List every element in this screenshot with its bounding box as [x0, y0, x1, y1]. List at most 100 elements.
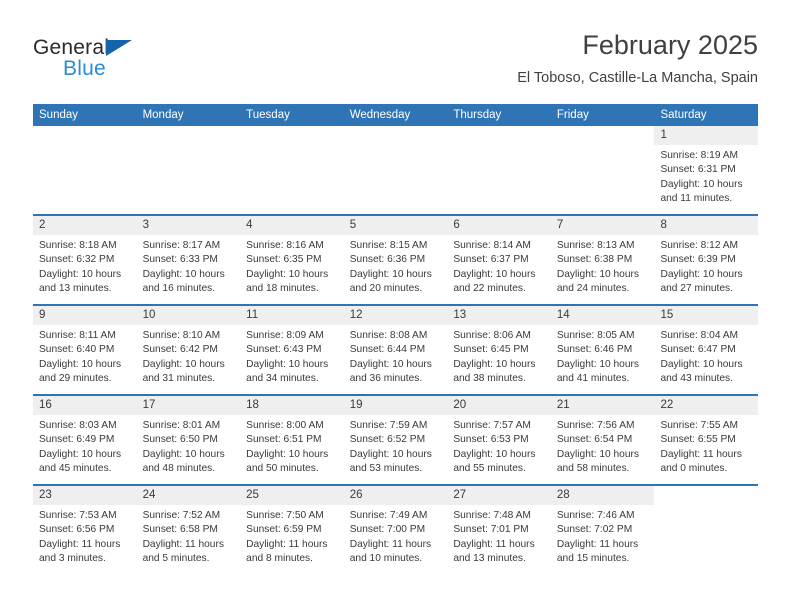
calendar-weeks: 1 Sunrise: 8:19 AM Sunset: 6:31 PM Daylight…: [33, 126, 759, 574]
sunrise-text: Sunrise: 8:14 AM: [453, 240, 531, 251]
day-number: 26: [349, 489, 363, 501]
daylight-text: Daylight: 10 hours and 13 minutes.: [39, 268, 122, 295]
sunset-text: Sunset: 6:38 PM: [556, 254, 633, 266]
day-number-band: 9: [33, 306, 137, 325]
day-number: 1: [660, 129, 667, 141]
calendar-day-cell[interactable]: 15 Sunrise: 8:04 AM Sunset: 6:47 PM Dayligh…: [654, 306, 759, 394]
day-sun-info: Sunrise: 8:18 AM Sunset: 6:32 PM Daylight:…: [33, 235, 137, 297]
daylight-text: Daylight: 10 hours and 24 minutes.: [556, 268, 640, 295]
general-blue-logo[interactable]: General Blue: [33, 36, 213, 92]
sunrise-text: Sunrise: 8:18 AM: [39, 240, 117, 251]
day-number: 28: [556, 489, 570, 501]
calendar-day-cell[interactable]: 17 Sunrise: 8:01 AM Sunset: 6:50 PM Dayligh…: [136, 396, 241, 484]
day-number-band: 8: [654, 216, 759, 235]
calendar-day-cell[interactable]: 12 Sunrise: 8:08 AM Sunset: 6:44 PM Dayligh…: [343, 306, 448, 394]
calendar-day-cell[interactable]: 6 Sunrise: 8:14 AM Sunset: 6:37 PM Daylight…: [447, 216, 551, 304]
calendar-day-cell[interactable]: 18 Sunrise: 8:00 AM Sunset: 6:51 PM Dayligh…: [240, 396, 344, 484]
calendar-week-row: 1 Sunrise: 8:19 AM Sunset: 6:31 PM Daylight…: [33, 126, 759, 214]
day-number-band: 6: [447, 216, 551, 235]
day-number-band: 27: [447, 486, 551, 505]
calendar-day-cell[interactable]: 8 Sunrise: 8:12 AM Sunset: 6:39 PM Daylight…: [654, 216, 759, 304]
sunset-text: Sunset: 6:32 PM: [39, 254, 115, 266]
sunrise-text: Sunrise: 7:50 AM: [246, 510, 324, 521]
sunrise-text: Sunrise: 8:12 AM: [660, 240, 739, 251]
daylight-text: Daylight: 10 hours and 55 minutes.: [453, 448, 536, 475]
weekday-header-saturday: Saturday: [660, 109, 707, 121]
sunrise-text: Sunrise: 8:19 AM: [660, 150, 739, 161]
sunset-text: Sunset: 7:00 PM: [349, 524, 426, 536]
sunset-text: Sunset: 6:39 PM: [660, 254, 736, 266]
day-number-band: 17: [136, 396, 241, 415]
calendar-day-cell[interactable]: 23 Sunrise: 7:53 AM Sunset: 6:56 PM Dayligh…: [33, 486, 137, 574]
calendar-day-cell[interactable]: 1 Sunrise: 8:19 AM Sunset: 6:31 PM Daylight…: [654, 126, 759, 214]
day-number: 10: [142, 309, 156, 321]
calendar-day-cell[interactable]: 11 Sunrise: 8:09 AM Sunset: 6:43 PM Dayligh…: [240, 306, 344, 394]
weekday-header-wednesday: Wednesday: [349, 109, 411, 121]
day-sun-info: Sunrise: 8:10 AM Sunset: 6:42 PM Daylight:…: [137, 325, 241, 387]
day-number-band: 2: [33, 216, 137, 235]
day-number: 23: [39, 489, 52, 501]
daylight-text: Daylight: 10 hours and 38 minutes.: [453, 358, 536, 385]
sunrise-text: Sunrise: 8:06 AM: [453, 330, 531, 341]
sunset-text: Sunset: 6:36 PM: [349, 254, 426, 266]
day-number: 22: [660, 399, 674, 411]
calendar-day-cell[interactable]: 7 Sunrise: 8:13 AM Sunset: 6:38 PM Daylight…: [550, 216, 655, 304]
calendar-week-row: 9 Sunrise: 8:11 AM Sunset: 6:40 PM Daylight…: [33, 304, 759, 394]
sunrise-text: Sunrise: 7:55 AM: [660, 420, 739, 431]
calendar-day-cell[interactable]: 25 Sunrise: 7:50 AM Sunset: 6:59 PM Dayligh…: [240, 486, 344, 574]
sunset-text: Sunset: 6:51 PM: [246, 434, 322, 446]
calendar-day-cell[interactable]: 14 Sunrise: 8:05 AM Sunset: 6:46 PM Dayligh…: [550, 306, 655, 394]
day-sun-info: Sunrise: 7:49 AM Sunset: 7:00 PM Daylight:…: [344, 505, 448, 567]
calendar-day-cell[interactable]: 4 Sunrise: 8:16 AM Sunset: 6:35 PM Daylight…: [240, 216, 344, 304]
calendar-day-empty: [654, 486, 759, 574]
day-sun-info: Sunrise: 8:16 AM Sunset: 6:35 PM Daylight:…: [240, 235, 344, 297]
day-number-band: [33, 126, 137, 145]
sunrise-text: Sunrise: 7:57 AM: [453, 420, 531, 431]
daylight-text: Daylight: 10 hours and 36 minutes.: [349, 358, 432, 385]
calendar-week-row: 16 Sunrise: 8:03 AM Sunset: 6:49 PM Dayligh…: [33, 394, 759, 484]
day-sun-info: Sunrise: 8:13 AM Sunset: 6:38 PM Daylight:…: [551, 235, 655, 297]
calendar-day-cell[interactable]: 20 Sunrise: 7:57 AM Sunset: 6:53 PM Dayligh…: [447, 396, 551, 484]
calendar-day-cell[interactable]: 9 Sunrise: 8:11 AM Sunset: 6:40 PM Daylight…: [33, 306, 137, 394]
sunset-text: Sunset: 6:33 PM: [142, 254, 218, 266]
daylight-text: Daylight: 10 hours and 41 minutes.: [556, 358, 640, 385]
day-number: 3: [142, 219, 149, 231]
daylight-text: Daylight: 11 hours and 0 minutes.: [660, 448, 742, 475]
calendar-day-cell[interactable]: 16 Sunrise: 8:03 AM Sunset: 6:49 PM Dayligh…: [33, 396, 137, 484]
calendar-day-cell[interactable]: 5 Sunrise: 8:15 AM Sunset: 6:36 PM Daylight…: [343, 216, 448, 304]
daylight-text: Daylight: 11 hours and 13 minutes.: [453, 538, 535, 565]
calendar-day-cell[interactable]: 10 Sunrise: 8:10 AM Sunset: 6:42 PM Dayligh…: [136, 306, 241, 394]
calendar-day-cell[interactable]: 22 Sunrise: 7:55 AM Sunset: 6:55 PM Dayligh…: [654, 396, 759, 484]
sunrise-text: Sunrise: 8:00 AM: [246, 420, 324, 431]
calendar-day-cell[interactable]: 19 Sunrise: 7:59 AM Sunset: 6:52 PM Dayligh…: [343, 396, 448, 484]
sunset-text: Sunset: 6:43 PM: [246, 344, 322, 356]
daylight-text: Daylight: 10 hours and 45 minutes.: [39, 448, 122, 475]
day-number: 4: [246, 219, 253, 231]
calendar-day-cell[interactable]: 21 Sunrise: 7:56 AM Sunset: 6:54 PM Dayligh…: [550, 396, 655, 484]
sunrise-text: Sunrise: 8:16 AM: [246, 240, 324, 251]
day-number: 8: [660, 219, 667, 231]
day-number-band: 3: [136, 216, 241, 235]
day-number-band: 25: [240, 486, 344, 505]
sunset-text: Sunset: 6:53 PM: [453, 434, 529, 446]
weekday-header-monday: Monday: [142, 109, 184, 121]
calendar-day-cell[interactable]: 2 Sunrise: 8:18 AM Sunset: 6:32 PM Daylight…: [33, 216, 137, 304]
day-number-band: 1: [654, 126, 759, 145]
calendar-day-cell[interactable]: 13 Sunrise: 8:06 AM Sunset: 6:45 PM Dayligh…: [447, 306, 551, 394]
calendar-day-cell[interactable]: 28 Sunrise: 7:46 AM Sunset: 7:02 PM Dayligh…: [550, 486, 655, 574]
day-number-band: 14: [550, 306, 655, 325]
weekday-header-tuesday: Tuesday: [246, 109, 290, 121]
calendar-grid: Sunday Monday Tuesday Wednesday Thursday Frid…: [33, 104, 759, 574]
sunset-text: Sunset: 6:50 PM: [142, 434, 218, 446]
calendar-day-cell[interactable]: 26 Sunrise: 7:49 AM Sunset: 7:00 PM Dayligh…: [343, 486, 448, 574]
day-number: 27: [453, 489, 467, 501]
day-number-band: 10: [136, 306, 241, 325]
calendar-day-cell[interactable]: 24 Sunrise: 7:52 AM Sunset: 6:58 PM Dayligh…: [136, 486, 241, 574]
sunset-text: Sunset: 6:37 PM: [453, 254, 529, 266]
daylight-text: Daylight: 10 hours and 16 minutes.: [142, 268, 225, 295]
day-number: 11: [246, 309, 259, 321]
calendar-day-cell[interactable]: 27 Sunrise: 7:48 AM Sunset: 7:01 PM Dayligh…: [447, 486, 551, 574]
calendar-day-cell[interactable]: 3 Sunrise: 8:17 AM Sunset: 6:33 PM Daylight…: [136, 216, 241, 304]
day-number: 9: [39, 309, 46, 321]
sunset-text: Sunset: 6:52 PM: [349, 434, 426, 446]
